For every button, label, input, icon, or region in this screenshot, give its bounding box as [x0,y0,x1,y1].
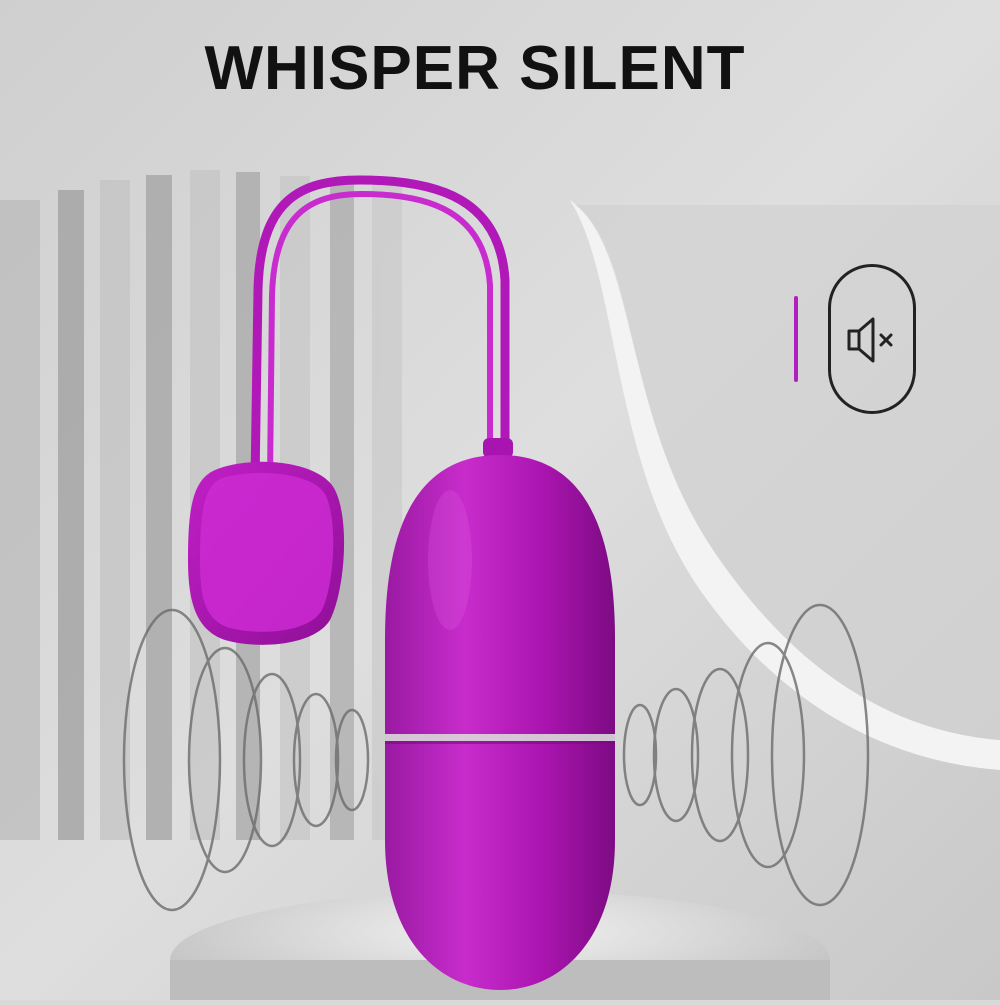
cable-connector [483,438,513,458]
accent-bar [794,296,798,382]
speaker-muted-icon [847,317,893,363]
scene-illustration [0,0,1000,1005]
mute-badge [828,264,916,414]
headline: WHISPER SILENT [204,34,746,103]
product-scene [0,0,1000,1005]
remote-control [188,461,345,645]
egg-device [385,455,615,990]
